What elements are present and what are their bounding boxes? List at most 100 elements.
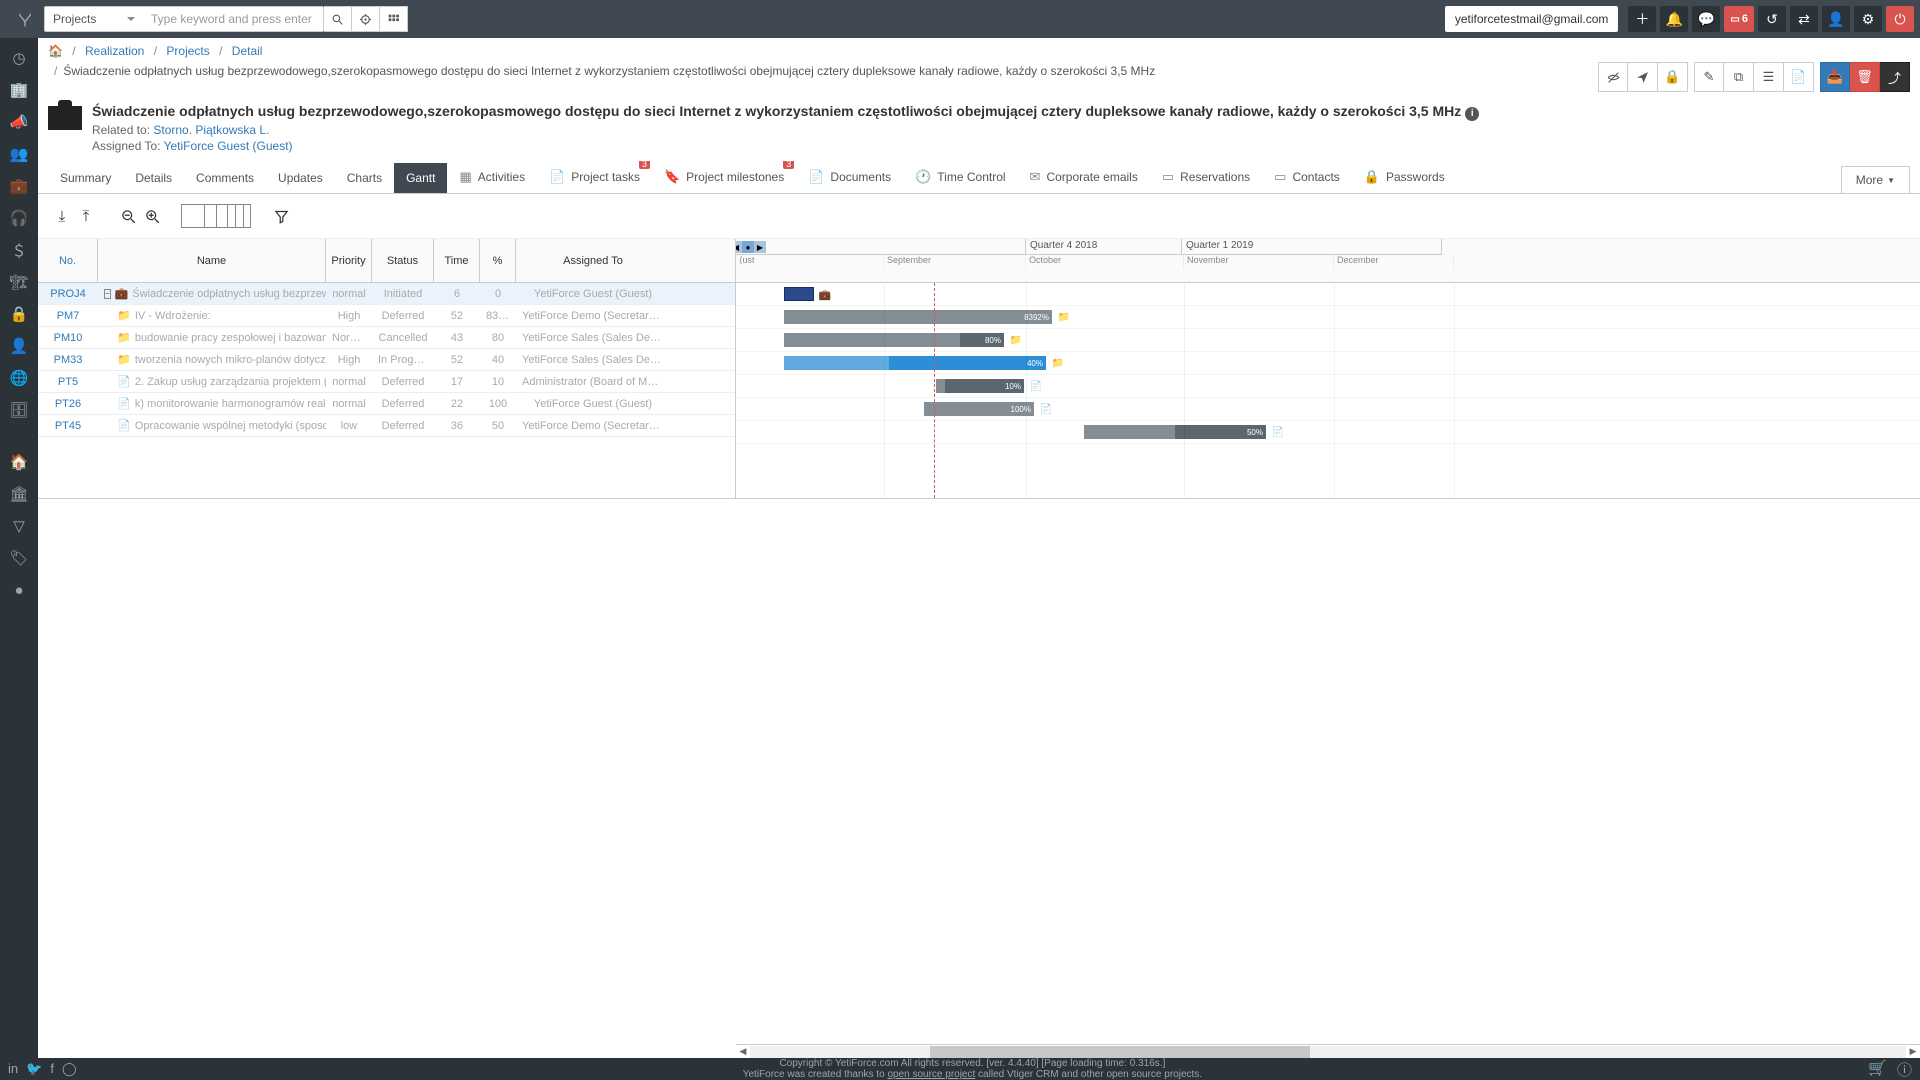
tab-updates[interactable]: Updates — [266, 163, 335, 193]
tab-details[interactable]: Details — [123, 163, 184, 193]
layout-single-icon[interactable] — [181, 204, 205, 228]
twitter-icon[interactable]: 🐦 — [26, 1061, 42, 1077]
gantt-chart[interactable]: ◀ ● ▶ Quarter 4 2018Quarter 1 2019 ⟨ustS… — [736, 239, 1920, 498]
gantt-bar[interactable]: 100%📄 — [924, 402, 1034, 416]
layout-split-icon[interactable] — [204, 204, 228, 228]
breadcrumb-projects[interactable]: Projects — [166, 44, 209, 58]
calendar-badge[interactable]: 6 — [1724, 6, 1754, 32]
scroll-track[interactable] — [750, 1046, 1906, 1058]
nav-next[interactable]: ▶ — [754, 241, 766, 253]
col-no[interactable]: No. — [38, 239, 98, 282]
scroll-left-icon[interactable]: ◀ — [736, 1045, 750, 1059]
sidebar-item-user[interactable]: 👤 — [0, 330, 38, 362]
sidebar-item-database[interactable]: 🗄 — [0, 394, 38, 426]
gantt-bar[interactable]: 💼 — [784, 287, 814, 301]
chat-icon[interactable]: 💬 — [1692, 6, 1720, 32]
breadcrumb-home[interactable]: 🏠 — [48, 44, 63, 58]
tab-project-tasks[interactable]: 📄Project tasks3 — [537, 161, 652, 193]
gantt-bar[interactable]: 50%📄 — [1084, 425, 1266, 439]
scroll-right-icon[interactable]: ▶ — [1906, 1045, 1920, 1059]
search-input[interactable] — [143, 7, 323, 31]
sidebar-item-home[interactable]: 🏠 — [0, 446, 38, 478]
col-time[interactable]: Time — [434, 239, 480, 282]
tree-toggle[interactable]: − — [104, 289, 111, 299]
gantt-bar[interactable]: 40%📁 — [784, 356, 1046, 370]
related-to-link[interactable]: Storno. Piątkowska L. — [153, 123, 269, 137]
gear-icon[interactable]: ⚙ — [1854, 6, 1882, 32]
archive-icon[interactable]: 📥 — [1820, 62, 1850, 92]
github-icon[interactable]: ◯ — [62, 1061, 77, 1077]
breadcrumb-realization[interactable]: Realization — [85, 44, 144, 58]
breadcrumb-detail[interactable]: Detail — [232, 44, 263, 58]
tab-documents[interactable]: 📄Documents — [796, 161, 903, 193]
sidebar-item-money[interactable]: ＄ — [0, 234, 38, 266]
tab-gantt[interactable]: Gantt — [394, 163, 447, 193]
sidebar-item-briefcase[interactable]: 💼 — [0, 170, 38, 202]
gantt-bar[interactable]: 10%📄 — [936, 379, 1024, 393]
sidebar-item-dashboard[interactable]: ◷ — [0, 42, 38, 74]
tab-charts[interactable]: Charts — [335, 163, 394, 193]
app-logo[interactable] — [6, 0, 44, 38]
transfer-icon[interactable]: ⇄ — [1790, 6, 1818, 32]
col-name[interactable]: Name — [98, 239, 326, 282]
layout-grid-icon[interactable] — [227, 204, 251, 228]
power-icon[interactable]: ⏻ — [1886, 6, 1914, 32]
nav-today[interactable]: ● — [742, 241, 754, 253]
filter-icon[interactable] — [269, 204, 293, 228]
scroll-thumb[interactable] — [930, 1046, 1310, 1058]
hide-icon[interactable] — [1598, 62, 1628, 92]
chart-hscroll[interactable]: ◀ ▶ — [736, 1044, 1920, 1058]
table-row[interactable]: PM33 📁tworzenia nowych mikro-planów doty… — [38, 349, 735, 371]
tab-project-milestones[interactable]: 🔖Project milestones3 — [652, 161, 796, 193]
sidebar-item-person[interactable]: ● — [0, 574, 38, 606]
tab-summary[interactable]: Summary — [48, 163, 123, 193]
search-button[interactable] — [324, 6, 352, 32]
col-priority[interactable]: Priority — [326, 239, 372, 282]
lock-action-icon[interactable]: 🔒 — [1658, 62, 1688, 92]
target-button[interactable] — [352, 6, 380, 32]
module-select[interactable]: Projects — [45, 12, 143, 26]
sidebar-item-group[interactable]: 👥 — [0, 138, 38, 170]
col-status[interactable]: Status — [372, 239, 434, 282]
table-row[interactable]: PROJ4−💼Świadczenie odpłatnych usług bezp… — [38, 283, 735, 305]
col-assigned[interactable]: Assigned To — [516, 239, 670, 282]
export-icon[interactable]: ⤴ — [1880, 62, 1910, 92]
copy-icon[interactable]: ⧉ — [1724, 62, 1754, 92]
user-icon[interactable]: 👤 — [1822, 6, 1850, 32]
sidebar-item-building[interactable]: 🏢 — [0, 74, 38, 106]
info-footer-icon[interactable]: ⓘ — [1897, 1059, 1912, 1080]
table-row[interactable]: PM7 📁IV - Wdrożenie:HighDeferred528392Ye… — [38, 305, 735, 327]
tab-activities[interactable]: ▦Activities — [447, 161, 537, 193]
gantt-bar[interactable]: 8392%📁 — [784, 310, 1052, 324]
table-row[interactable]: PT45 📄Opracowanie wspólnej metodyki (spo… — [38, 415, 735, 437]
tab-more[interactable]: More▼ — [1841, 166, 1910, 193]
history-icon[interactable]: ↺ — [1758, 6, 1786, 32]
cart-icon[interactable]: 🛒 — [1868, 1059, 1887, 1080]
gantt-bar[interactable]: 80%📁 — [784, 333, 1004, 347]
linkedin-icon[interactable]: in — [8, 1061, 18, 1077]
collapse-down-icon[interactable]: ⤓ — [50, 204, 74, 228]
apps-grid-button[interactable] — [380, 6, 408, 32]
edit-icon[interactable]: ✎ — [1694, 62, 1724, 92]
table-row[interactable]: PT26 📄k) monitorowanie harmonogramów rea… — [38, 393, 735, 415]
sidebar-item-lock[interactable]: 🔒 — [0, 298, 38, 330]
facebook-icon[interactable]: f — [50, 1061, 54, 1077]
list-icon[interactable]: ☰ — [1754, 62, 1784, 92]
expand-up-icon[interactable]: ⤒ — [74, 204, 98, 228]
zoom-in-icon[interactable] — [140, 204, 164, 228]
sidebar-item-filter[interactable]: ▽ — [0, 510, 38, 542]
user-email-box[interactable]: yetiforcetestmail@gmail.com — [1445, 6, 1619, 32]
delete-icon[interactable]: 🗑 — [1850, 62, 1880, 92]
notifications-icon[interactable]: 🔔 — [1660, 6, 1688, 32]
document-icon[interactable]: 📄 — [1784, 62, 1814, 92]
add-button[interactable]: ＋ — [1628, 6, 1656, 32]
zoom-out-icon[interactable] — [116, 204, 140, 228]
open-source-link[interactable]: open source project — [887, 1069, 975, 1080]
sidebar-item-globe[interactable]: 🌐 — [0, 362, 38, 394]
tab-contacts[interactable]: ▭Contacts — [1262, 161, 1352, 193]
tab-passwords[interactable]: 🔒Passwords — [1352, 161, 1457, 193]
col-percent[interactable]: % — [480, 239, 516, 282]
sidebar-item-realization[interactable]: 🏗 — [0, 266, 38, 298]
assigned-to-link[interactable]: YetiForce Guest (Guest) — [164, 139, 293, 153]
table-row[interactable]: PM10 📁budowanie pracy zespołowej i bazow… — [38, 327, 735, 349]
